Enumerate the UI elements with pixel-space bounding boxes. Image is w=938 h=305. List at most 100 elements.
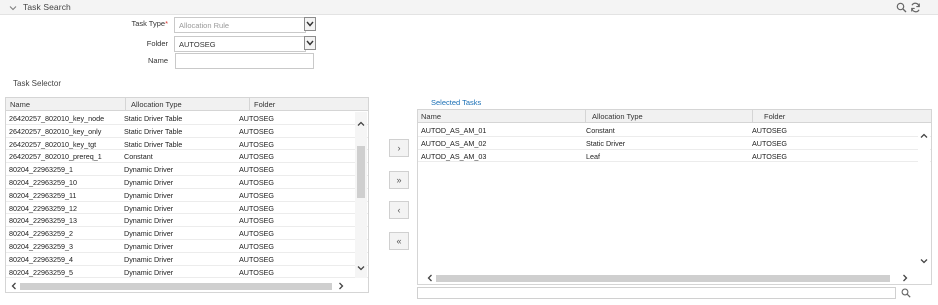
cell-allocation-type: Dynamic Driver <box>124 190 174 200</box>
cell-name: AUTOD_AS_AM_01 <box>421 126 487 135</box>
table-row[interactable]: AUTOD_AS_AM_01 Constant AUTOSEG <box>418 124 931 137</box>
cell-folder: AUTOSEG <box>239 267 275 277</box>
table-row[interactable]: 26420257_802010_key_node Static Driver Ta… <box>6 112 368 125</box>
column-header-name[interactable]: Name <box>421 112 441 121</box>
cell-allocation-type: Dynamic Driver <box>124 203 174 213</box>
folder-dropdown-button[interactable] <box>304 36 316 50</box>
task-type-label: Task Type* <box>131 19 168 28</box>
table-row[interactable]: 80204_22963259_4 Dynamic Driver AUTOSEG <box>6 253 368 266</box>
chevron-up-icon[interactable] <box>920 132 928 140</box>
selected-tasks-title: Selected Tasks <box>431 98 482 107</box>
cell-name: 80204_22963259_10 <box>9 178 77 187</box>
task-type-dropdown-button[interactable] <box>304 17 316 31</box>
search-icon[interactable] <box>901 288 911 298</box>
table-row[interactable]: 80204_22963259_12 Dynamic Driver AUTOSEG <box>6 202 368 215</box>
chevron-right-icon[interactable] <box>901 274 909 282</box>
task-type-select[interactable]: Allocation Rule <box>174 17 306 33</box>
horizontal-scrollbar[interactable] <box>418 273 931 284</box>
chevron-down-icon <box>306 40 314 46</box>
table-row[interactable]: 80204_22963259_13 Dynamic Driver AUTOSEG <box>6 214 368 228</box>
table-row[interactable]: 26420257_802010_prereq_1 Constant AUTOSEG <box>6 150 368 164</box>
chevron-down-icon[interactable] <box>8 3 18 13</box>
search-icon[interactable] <box>896 2 907 13</box>
column-header-name[interactable]: Name <box>10 100 30 109</box>
task-search-header <box>0 0 938 15</box>
cell-folder: AUTOSEG <box>239 165 275 175</box>
chevron-right-icon[interactable] <box>337 282 345 290</box>
chevron-up-icon[interactable] <box>357 120 365 128</box>
cell-folder: AUTOSEG <box>239 229 275 239</box>
selected-tasks-table: Name Allocation Type Folder AUTOD_AS_AM_… <box>417 109 932 285</box>
chevron-down-icon <box>306 21 314 27</box>
folder-label: Folder <box>146 39 168 48</box>
task-search-title: Task Search <box>23 2 71 12</box>
remove-selected-button[interactable]: ‹ <box>389 201 409 219</box>
remove-all-button[interactable]: « <box>389 232 409 250</box>
cell-allocation-type: Dynamic Driver <box>124 254 174 264</box>
cell-name: AUTOD_AS_AM_02 <box>421 138 487 148</box>
table-row[interactable]: 80204_22963259_1 Dynamic Driver AUTOSEG <box>6 163 368 176</box>
cell-name: 26420257_802010_key_only <box>9 126 102 136</box>
cell-allocation-type: Constant <box>586 126 615 135</box>
cell-name: 80204_22963259_3 <box>9 242 73 251</box>
table-row[interactable]: AUTOD_AS_AM_03 Leaf AUTOSEG <box>418 150 931 163</box>
cell-folder: AUTOSEG <box>239 126 275 136</box>
cell-name: 26420257_802010_key_node <box>9 114 105 123</box>
chevron-down-icon[interactable] <box>357 264 365 272</box>
cell-name: 80204_22963259_2 <box>9 229 73 239</box>
cell-name: 80204_22963259_1 <box>9 165 73 175</box>
folder-select[interactable]: AUTOSEG <box>174 36 306 52</box>
move-all-button[interactable]: » <box>389 171 409 189</box>
scrollbar-thumb[interactable] <box>357 146 365 198</box>
cell-allocation-type: Static Driver Table <box>124 126 183 136</box>
table-row[interactable]: 80204_22963259_2 Dynamic Driver AUTOSEG <box>6 227 368 240</box>
table-header: Name Allocation Type Folder <box>418 110 931 123</box>
table-row[interactable]: 80204_22963259_5 Dynamic Driver AUTOSEG <box>6 266 368 279</box>
cell-allocation-type: Dynamic Driver <box>124 229 174 239</box>
cell-allocation-type: Static Driver <box>586 138 626 148</box>
column-header-allocation-type[interactable]: Allocation Type <box>592 112 643 121</box>
scrollbar-thumb[interactable] <box>20 283 332 290</box>
column-divider <box>752 110 753 123</box>
vertical-scrollbar[interactable] <box>355 112 367 278</box>
cell-allocation-type: Dynamic Driver <box>124 216 174 226</box>
cell-folder: AUTOSEG <box>239 178 275 187</box>
cell-folder: AUTOSEG <box>752 126 788 135</box>
scrollbar-thumb[interactable] <box>436 275 890 282</box>
cell-folder: AUTOSEG <box>239 139 275 149</box>
cell-folder: AUTOSEG <box>239 114 275 123</box>
table-row[interactable]: 80204_22963259_3 Dynamic Driver AUTOSEG <box>6 240 368 253</box>
table-row[interactable]: 26420257_802010_key_tgt Static Driver Tab… <box>6 138 368 151</box>
column-header-allocation-type[interactable]: Allocation Type <box>131 100 182 109</box>
column-divider <box>249 98 250 111</box>
cell-name: 80204_22963259_11 <box>9 190 77 200</box>
cell-folder: AUTOSEG <box>239 190 275 200</box>
cell-allocation-type: Static Driver Table <box>124 139 183 149</box>
name-input[interactable] <box>175 53 314 69</box>
table-row[interactable]: 80204_22963259_11 Dynamic Driver AUTOSEG <box>6 189 368 202</box>
column-header-folder[interactable]: Folder <box>254 100 275 109</box>
chevron-left-icon[interactable] <box>426 274 434 282</box>
vertical-scrollbar[interactable] <box>918 124 930 272</box>
refresh-icon[interactable] <box>910 2 921 13</box>
task-selector-title: Task Selector <box>13 79 62 88</box>
cell-name: 80204_22963259_5 <box>9 267 73 277</box>
cell-folder: AUTOSEG <box>239 242 275 251</box>
column-divider <box>125 98 126 111</box>
table-row[interactable]: 80204_22963259_10 Dynamic Driver AUTOSEG <box>6 176 368 189</box>
selected-tasks-search-input[interactable] <box>417 287 896 299</box>
table-row[interactable]: 26420257_802010_key_only Static Driver Ta… <box>6 125 368 138</box>
table-header: Name Allocation Type Folder <box>6 98 368 111</box>
table-row[interactable]: AUTOD_AS_AM_02 Static Driver AUTOSEG <box>418 137 931 150</box>
column-header-folder[interactable]: Folder <box>764 112 785 121</box>
cell-folder: AUTOSEG <box>239 152 275 162</box>
cell-allocation-type: Dynamic Driver <box>124 242 174 251</box>
cell-allocation-type: Constant <box>124 152 153 162</box>
cell-allocation-type: Dynamic Driver <box>124 267 174 277</box>
chevron-down-icon[interactable] <box>920 257 928 265</box>
horizontal-scrollbar[interactable] <box>6 281 368 292</box>
cell-name: 26420257_802010_key_tgt <box>9 139 97 149</box>
move-selected-button[interactable]: › <box>389 139 409 157</box>
chevron-left-icon[interactable] <box>10 282 18 290</box>
cell-allocation-type: Static Driver Table <box>124 114 183 123</box>
